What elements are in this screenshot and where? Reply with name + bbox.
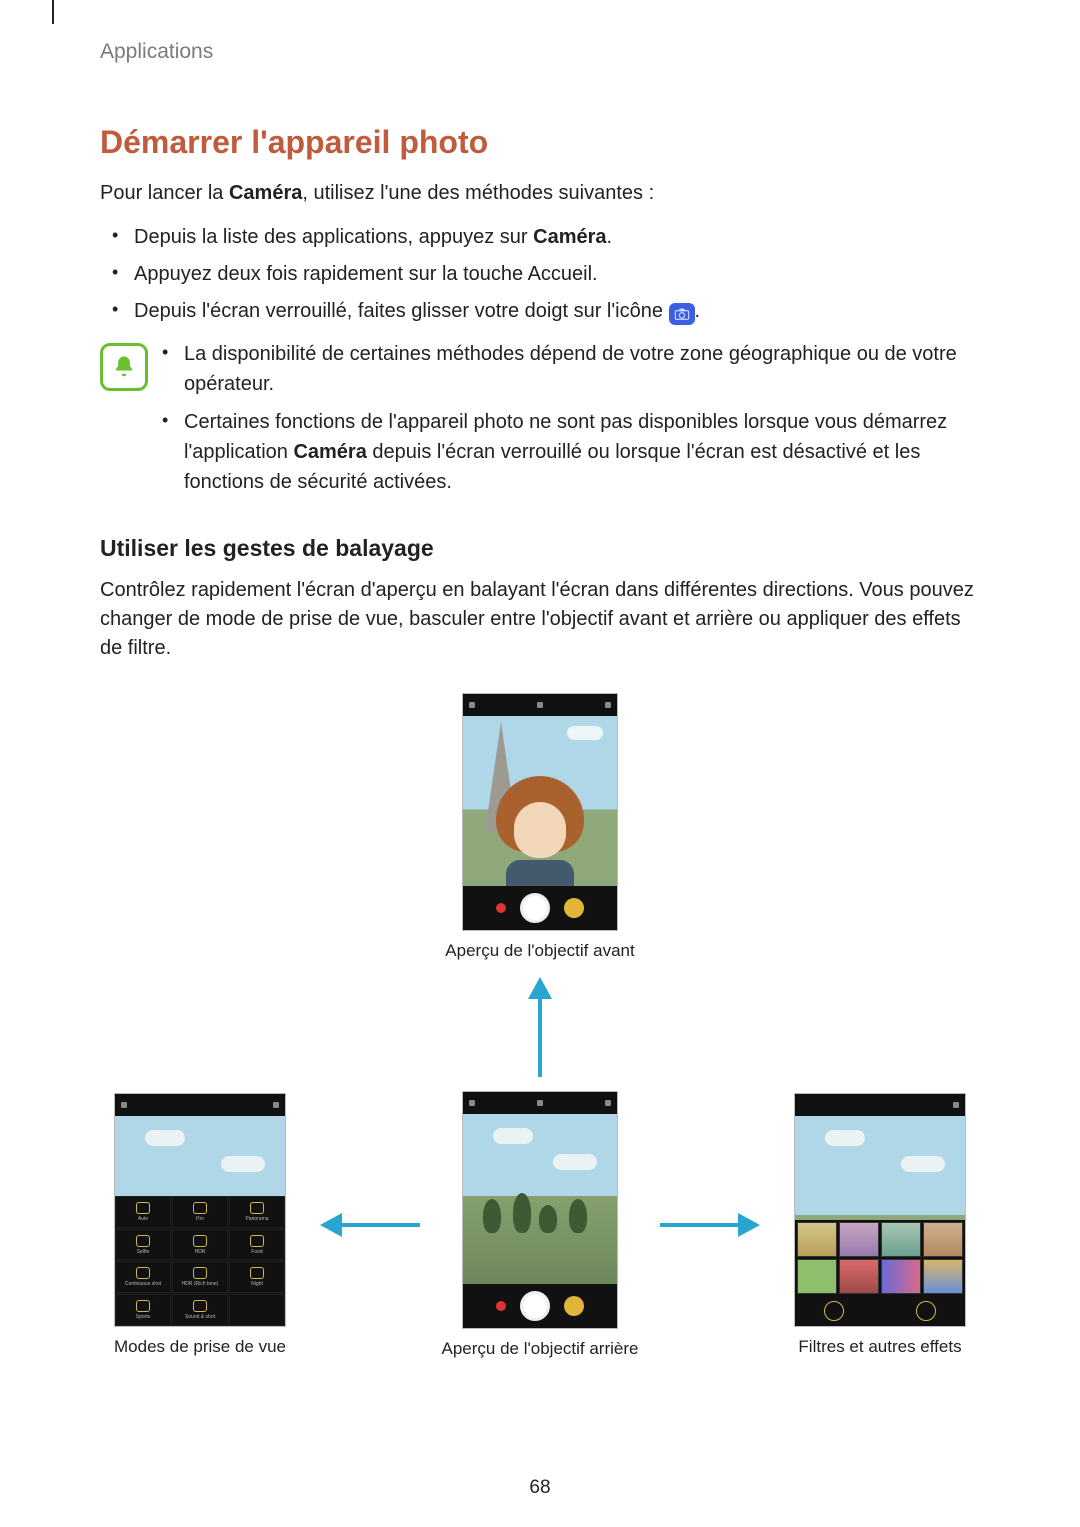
swipe-diagram: Aperçu de l'objectif avant Auto Pro Pano…: [100, 693, 980, 1359]
note-item-2: Certaines fonctions de l'appareil photo …: [170, 407, 980, 497]
camera-icon: [669, 303, 695, 325]
phone-topbar: [463, 694, 617, 716]
method-list: Depuis la liste des applications, appuye…: [100, 222, 980, 327]
n2-b: Caméra: [293, 441, 366, 463]
m1-c: .: [607, 226, 613, 248]
modes-grid: Auto Pro Panorama Selfie HDR Food Contin…: [115, 1196, 285, 1326]
method-item-2: Appuyez deux fois rapidement sur la touc…: [120, 259, 980, 290]
m1-b: Caméra: [533, 226, 606, 248]
subsection-title: Utiliser les gestes de balayage: [100, 535, 980, 562]
m1-a: Depuis la liste des applications, appuye…: [134, 226, 533, 248]
caption-filters: Filtres et autres effets: [798, 1337, 961, 1357]
arrow-right-icon: [660, 1213, 760, 1237]
shutter-button-icon: [520, 893, 550, 923]
phone-filters: [794, 1093, 966, 1327]
method-item-3: Depuis l'écran verrouillé, faites glisse…: [120, 296, 980, 327]
note-block: La disponibilité de certaines méthodes d…: [100, 339, 980, 505]
page-title: Démarrer l'appareil photo: [100, 124, 980, 161]
filters-viewport: [795, 1116, 965, 1296]
note-list: La disponibilité de certaines méthodes d…: [170, 339, 980, 505]
intro-text-a: Pour lancer la: [100, 182, 229, 204]
method-item-1: Depuis la liste des applications, appuye…: [120, 222, 980, 253]
phone-modes: Auto Pro Panorama Selfie HDR Food Contin…: [114, 1093, 286, 1327]
record-button-icon: [496, 903, 506, 913]
page-number: 68: [0, 1477, 1080, 1499]
front-viewport: [463, 716, 617, 886]
intro-text-c: , utilisez l'une des méthodes suivantes …: [302, 182, 654, 204]
caption-modes: Modes de prise de vue: [114, 1337, 286, 1357]
crop-mark: [52, 0, 54, 24]
intro-bold: Caméra: [229, 182, 302, 204]
diagram-row: Auto Pro Panorama Selfie HDR Food Contin…: [100, 1091, 980, 1359]
note-item-1: La disponibilité de certaines méthodes d…: [170, 339, 980, 399]
arrow-up-icon: [528, 977, 552, 1077]
m3-b: .: [695, 300, 701, 322]
section-header: Applications: [100, 40, 980, 64]
caption-front: Aperçu de l'objectif avant: [445, 941, 634, 961]
caption-rear: Aperçu de l'objectif arrière: [442, 1339, 639, 1359]
switch-camera-icon: [564, 898, 584, 918]
phone-rear-preview: [462, 1091, 618, 1329]
rear-viewport: [463, 1114, 617, 1284]
subsection-paragraph: Contrôlez rapidement l'écran d'aperçu en…: [100, 576, 980, 663]
intro-paragraph: Pour lancer la Caméra, utilisez l'une de…: [100, 179, 980, 208]
col-rear: Aperçu de l'objectif arrière: [440, 1091, 640, 1359]
phone-front-preview: [462, 693, 618, 931]
filter-thumbnails: [795, 1220, 965, 1296]
col-modes: Auto Pro Panorama Selfie HDR Food Contin…: [100, 1093, 300, 1357]
arrow-left-icon: [320, 1213, 420, 1237]
col-filters: Filtres et autres effets: [780, 1093, 980, 1357]
m3-a: Depuis l'écran verrouillé, faites glisse…: [134, 300, 669, 322]
bell-icon: [100, 343, 148, 391]
camera-controls: [463, 886, 617, 930]
modes-viewport: Auto Pro Panorama Selfie HDR Food Contin…: [115, 1116, 285, 1326]
